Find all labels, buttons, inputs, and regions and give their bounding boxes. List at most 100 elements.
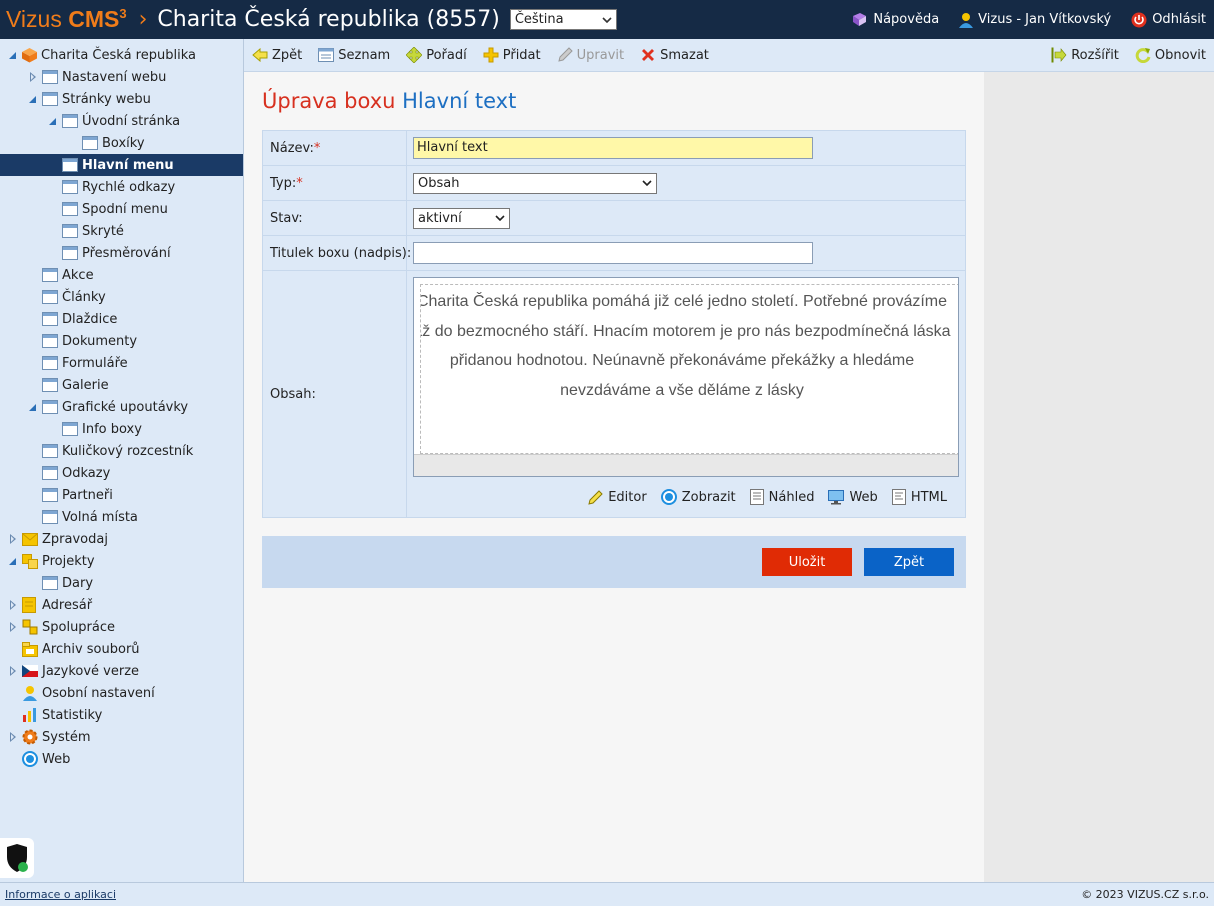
sidebar-item-dlazdice[interactable]: Dlaždice (42, 308, 117, 330)
arrow-left-icon (252, 48, 268, 62)
footer: Informace o aplikaci © 2023 VIZUS.CZ s.r… (0, 882, 1214, 906)
security-badge[interactable] (0, 838, 34, 878)
name-input[interactable]: Hlavní text (413, 137, 813, 159)
sidebar-item-skryte[interactable]: Skryté (62, 220, 124, 242)
sidebar-item-label: Články (62, 289, 106, 305)
tree-root[interactable]: Charita Česká republika (8, 44, 196, 66)
edit-button[interactable]: Upravit (557, 47, 624, 63)
sidebar-item-spodni-menu[interactable]: Spodní menu (62, 198, 168, 220)
page-icon (62, 422, 78, 436)
chevron-down-icon (642, 180, 652, 186)
mode-web-label: Web (849, 489, 878, 505)
sidebar-item-boxiky[interactable]: Boxíky (82, 132, 145, 154)
sidebar-item-info-boxy[interactable]: Info boxy (62, 418, 142, 440)
sidebar-item-zpravodaj[interactable]: Zpravodaj (8, 528, 108, 550)
help-link[interactable]: Nápověda (851, 12, 939, 27)
sidebar-item-statistiky[interactable]: Statistiky (22, 704, 102, 726)
mode-editor[interactable]: Editor (588, 489, 647, 505)
tree-collapsed-icon[interactable] (8, 732, 18, 742)
power-icon (1131, 12, 1147, 27)
cube-icon (22, 48, 37, 63)
status-label-text: Stav: (270, 210, 303, 226)
app-info-link[interactable]: Informace o aplikaci (5, 888, 116, 901)
tree-collapsed-icon[interactable] (8, 600, 18, 610)
sidebar-item-presmerovani[interactable]: Přesměrování (62, 242, 171, 264)
brand-logo[interactable]: Vizus CMS3 (6, 6, 127, 33)
sidebar-item-adresar[interactable]: Adresář (8, 594, 92, 616)
tree-expanded-icon[interactable] (8, 556, 18, 566)
order-button[interactable]: Pořadí (406, 47, 467, 63)
envelope-icon (22, 532, 38, 546)
add-button[interactable]: Přidat (483, 47, 541, 63)
chevron-down-icon (602, 16, 612, 23)
sidebar-item-label: Jazykové verze (42, 663, 140, 679)
page-icon (42, 92, 58, 106)
sidebar-item-akce[interactable]: Akce (42, 264, 94, 286)
sidebar-item-hlavni-menu[interactable]: Hlavní menu (0, 154, 243, 176)
brand-name: Vizus (6, 6, 62, 32)
sidebar-item-label: Stránky webu (62, 91, 151, 107)
title-input[interactable] (413, 242, 813, 264)
back-button[interactable]: Zpět (252, 48, 302, 63)
sidebar-item-volna-mista[interactable]: Volná místa (42, 506, 138, 528)
tree-expanded-icon[interactable] (48, 116, 58, 126)
sidebar-item-odkazy[interactable]: Odkazy (42, 462, 110, 484)
sidebar-item-dokumenty[interactable]: Dokumenty (42, 330, 137, 352)
back-label: Zpět (272, 47, 303, 63)
tree-collapsed-icon[interactable] (8, 622, 18, 632)
sidebar-item-spoluprace[interactable]: Spolupráce (8, 616, 115, 638)
sidebar-item-graficke-upoutavky[interactable]: Grafické upoutávky (28, 396, 188, 418)
sidebar-item-stranky-webu[interactable]: Stránky webu (28, 88, 151, 110)
tree-expanded-icon[interactable] (28, 402, 38, 412)
sidebar-item-projekty[interactable]: Projekty (8, 550, 95, 572)
refresh-button[interactable]: Obnovit (1135, 47, 1206, 63)
sidebar-item-kulickovy-rozcestnik[interactable]: Kuličkový rozcestník (42, 440, 193, 462)
sidebar-item-formulare[interactable]: Formuláře (42, 352, 128, 374)
expand-button[interactable]: Rozšířit (1051, 47, 1119, 63)
tree-expanded-icon[interactable] (28, 94, 38, 104)
editor-content-area[interactable]: Charita Česká republika pomáhá již celé … (420, 284, 958, 454)
status-select[interactable]: aktivní (413, 207, 510, 229)
edit-label: Upravit (576, 47, 625, 63)
back-form-button[interactable]: Zpět (864, 548, 954, 576)
language-select[interactable]: Čeština (509, 9, 617, 30)
mode-preview[interactable]: Náhled (749, 489, 815, 505)
list-button[interactable]: Seznam (318, 48, 390, 63)
sidebar-item-label: Statistiky (42, 707, 103, 723)
sidebar-item-archiv-souboru[interactable]: Archiv souborů (22, 638, 140, 660)
delete-label: Smazat (660, 47, 709, 63)
save-button[interactable]: Uložit (762, 548, 852, 576)
pencil-icon (557, 47, 573, 62)
type-select-value: Obsah (418, 175, 460, 191)
sidebar-item-nastaveni-webu[interactable]: Nastavení webu (28, 66, 166, 88)
sidebar-item-osobni-nastaveni[interactable]: Osobní nastavení (22, 682, 155, 704)
sidebar-item-jazykove-verze[interactable]: Jazykové verze (8, 660, 139, 682)
sidebar-item-rychle-odkazy[interactable]: Rychlé odkazy (62, 176, 175, 198)
status-label: Stav: (263, 201, 407, 235)
sidebar-item-uvodni-stranka[interactable]: Úvodní stránka (48, 110, 180, 132)
mode-preview-label: Náhled (768, 489, 815, 505)
sidebar-item-clanky[interactable]: Články (42, 286, 106, 308)
rich-text-editor[interactable]: Charita Česká republika pomáhá již celé … (413, 277, 959, 477)
tree-expanded-icon[interactable] (8, 50, 18, 60)
type-select[interactable]: Obsah (413, 172, 657, 194)
type-label: Typ: * (263, 166, 407, 200)
logout-link[interactable]: Odhlásit (1131, 12, 1206, 28)
sidebar-item-system[interactable]: Systém (8, 726, 90, 748)
delete-button[interactable]: Smazat (640, 47, 709, 63)
tree-collapsed-icon[interactable] (8, 666, 18, 676)
sidebar-item-partneri[interactable]: Partneři (42, 484, 113, 506)
sidebar-item-dary[interactable]: Dary (42, 572, 93, 594)
mode-show[interactable]: Zobrazit (660, 489, 736, 505)
tree-collapsed-icon[interactable] (8, 534, 18, 544)
user-link[interactable]: Vizus - Jan Vítkovský (959, 12, 1111, 28)
top-header: Vizus CMS3 › Charita Česká republika (85… (0, 0, 1214, 39)
code-file-icon (891, 489, 906, 505)
mode-web[interactable]: Web (828, 489, 878, 505)
mode-html[interactable]: HTML (891, 489, 947, 505)
sidebar-item-label: Nastavení webu (62, 69, 167, 85)
sidebar-item-galerie[interactable]: Galerie (42, 374, 109, 396)
page-title-name: Hlavní text (402, 89, 517, 113)
tree-collapsed-icon[interactable] (28, 72, 38, 82)
sidebar-item-web[interactable]: Web (22, 748, 70, 770)
